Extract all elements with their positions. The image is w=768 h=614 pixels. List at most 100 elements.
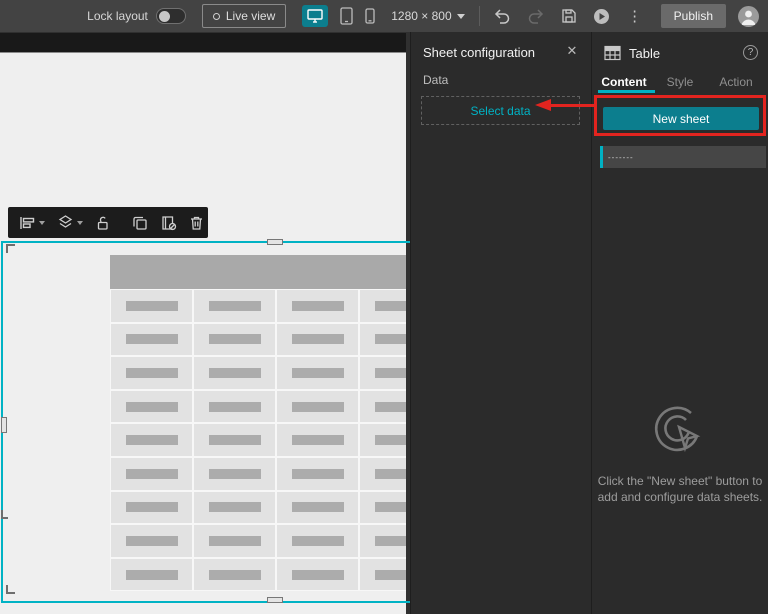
resize-handle-bottom[interactable]	[267, 597, 283, 603]
resize-handle-left[interactable]	[1, 417, 7, 433]
widget-toolbar	[8, 207, 208, 238]
cell-placeholder-dash	[292, 502, 344, 512]
tab-content[interactable]: Content	[596, 72, 652, 92]
help-icon[interactable]: ?	[743, 45, 758, 60]
save-button[interactable]	[556, 3, 582, 29]
close-icon[interactable]: ✕	[562, 41, 582, 61]
tablet-view-button[interactable]	[340, 7, 353, 25]
tablet-icon	[340, 7, 353, 25]
order-dropdown-button[interactable]	[52, 210, 88, 236]
lock-layout-label: Lock layout	[87, 9, 148, 23]
table-settings-panel: Table ? Content Style Action New sheet -…	[592, 32, 768, 614]
duplicate-button[interactable]	[127, 210, 153, 236]
resolution-dropdown[interactable]: 1280 × 800	[391, 9, 464, 23]
cell-placeholder-dash	[375, 334, 407, 344]
cell-placeholder-dash	[209, 502, 261, 512]
tab-action[interactable]: Action	[708, 72, 764, 92]
table-row	[110, 323, 406, 357]
kebab-menu-icon: ⋮	[627, 9, 642, 24]
cell-placeholder-dash	[292, 570, 344, 580]
cell-placeholder-dash	[375, 435, 407, 445]
play-icon	[593, 8, 610, 25]
unlock-icon	[95, 215, 110, 231]
cell-placeholder-dash	[209, 402, 261, 412]
empty-state-placeholder: Click the "New sheet" button to add and …	[592, 403, 768, 505]
table-header-bar	[110, 255, 406, 289]
more-options-button[interactable]: ⋮	[622, 3, 648, 29]
undo-button[interactable]	[490, 3, 516, 29]
tab-style[interactable]: Style	[652, 72, 708, 92]
cell-placeholder-dash	[209, 301, 261, 311]
table-cell	[359, 323, 406, 357]
table-cell	[193, 356, 276, 390]
lock-layout-toggle[interactable]	[156, 8, 186, 24]
desktop-view-button[interactable]	[302, 5, 328, 27]
align-dropdown-button[interactable]	[14, 210, 50, 236]
sheet-config-title: Sheet configuration	[423, 45, 535, 60]
table-skeleton-rows	[110, 289, 406, 591]
table-cell	[193, 558, 276, 592]
table-cell	[276, 390, 359, 424]
table-widget[interactable]	[110, 255, 406, 592]
table-row	[110, 423, 406, 457]
active-tab-underline	[598, 90, 655, 93]
preview-play-button[interactable]	[589, 3, 615, 29]
toggle-knob	[159, 11, 170, 22]
cell-placeholder-dash	[209, 536, 261, 546]
live-view-button[interactable]: Live view	[202, 4, 286, 28]
table-cell	[110, 423, 193, 457]
cell-placeholder-dash	[375, 570, 407, 580]
table-cell	[193, 423, 276, 457]
caret-down-icon	[77, 221, 83, 225]
save-icon	[561, 8, 577, 24]
cell-placeholder-dash	[375, 301, 407, 311]
table-cell	[359, 356, 406, 390]
table-cell	[110, 356, 193, 390]
phone-view-button[interactable]	[365, 8, 375, 24]
cell-placeholder-dash	[292, 301, 344, 311]
table-cell	[193, 323, 276, 357]
table-cell	[359, 423, 406, 457]
page-header-widget[interactable]	[0, 33, 406, 53]
sheet-list-item[interactable]: -------	[600, 146, 766, 168]
avatar[interactable]	[738, 6, 759, 27]
data-section-label: Data	[423, 73, 448, 87]
cell-placeholder-dash	[375, 469, 407, 479]
redo-button[interactable]	[523, 3, 549, 29]
cell-placeholder-dash	[292, 368, 344, 378]
lock-widget-button[interactable]	[90, 210, 115, 236]
cell-placeholder-dash	[209, 368, 261, 378]
delete-button[interactable]	[184, 210, 209, 236]
cell-placeholder-dash	[126, 570, 178, 580]
sheet-item-label: -------	[603, 153, 634, 162]
cell-placeholder-dash	[209, 334, 261, 344]
canvas-workspace	[0, 32, 410, 614]
caret-down-icon	[39, 221, 45, 225]
table-cell	[110, 491, 193, 525]
layers-icon	[57, 214, 74, 231]
desktop-icon	[307, 9, 323, 23]
toolbar-divider	[479, 6, 480, 26]
move-to-pending-button[interactable]	[155, 210, 182, 236]
table-cell	[359, 457, 406, 491]
person-icon	[738, 6, 759, 27]
table-row	[110, 457, 406, 491]
resize-handle-top[interactable]	[267, 239, 283, 245]
publish-button[interactable]: Publish	[661, 4, 726, 28]
table-widget-icon	[604, 45, 621, 61]
table-cell	[276, 558, 359, 592]
table-cell	[110, 558, 193, 592]
cell-placeholder-dash	[375, 402, 407, 412]
cell-placeholder-dash	[209, 435, 261, 445]
table-cell	[276, 323, 359, 357]
cell-placeholder-dash	[126, 469, 178, 479]
table-cell	[359, 558, 406, 592]
table-cell	[193, 457, 276, 491]
table-cell	[193, 491, 276, 525]
table-row	[110, 289, 406, 323]
table-cell	[276, 423, 359, 457]
table-cell	[193, 390, 276, 424]
new-sheet-button[interactable]: New sheet	[603, 107, 759, 130]
select-data-button[interactable]: Select data	[421, 96, 580, 125]
table-cell	[276, 524, 359, 558]
